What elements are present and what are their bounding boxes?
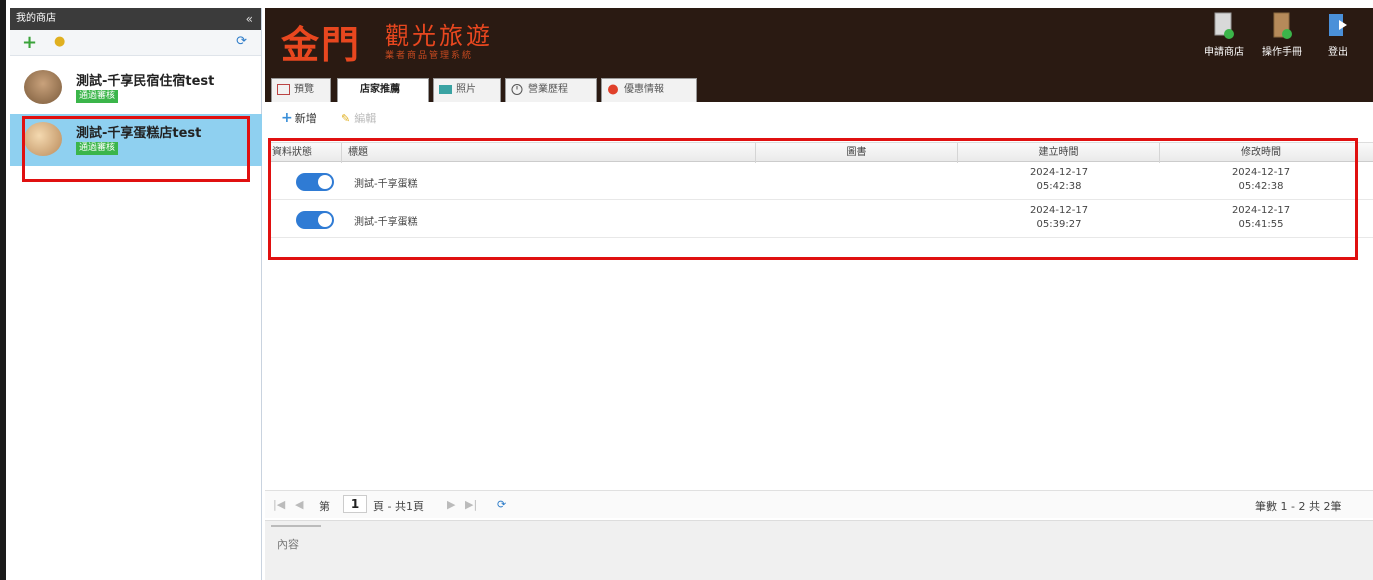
page-prefix: 第 (319, 500, 330, 513)
prev-page-icon[interactable]: ◀ (295, 498, 303, 511)
sidebar-title: 我的商店 (16, 13, 56, 24)
edit-label: 編輯 (354, 112, 377, 125)
logout-icon (1329, 14, 1347, 36)
sidebar-header: 我的商店 « (10, 8, 261, 30)
tab-recommend[interactable]: 店家推薦 (337, 78, 429, 102)
tab-offers[interactable]: 優惠情報 (601, 78, 697, 102)
refresh-icon[interactable]: ⟳ (236, 34, 247, 49)
tab-label: 店家推薦 (360, 84, 400, 95)
offer-icon (608, 84, 618, 95)
tab-history[interactable]: 營業歷程 (505, 78, 597, 102)
window-edge (0, 0, 10, 580)
tab-label: 優惠情報 (624, 84, 664, 95)
photo-icon (439, 85, 452, 94)
content-panel: 內容 (265, 520, 1373, 580)
logout-button[interactable]: 登出 (1313, 12, 1363, 58)
plus-icon: + (281, 110, 293, 126)
apply-shop-button[interactable]: 申請商店 (1199, 12, 1249, 58)
page-suffix: 頁 - 共1頁 (373, 500, 424, 513)
page-number-input[interactable]: 1 (343, 495, 367, 513)
add-button[interactable]: + 新增 (281, 110, 317, 126)
shop-name: 測試-千享民宿住宿test (76, 74, 215, 89)
shop-avatar (24, 70, 62, 104)
tab-photos[interactable]: 照片 (433, 78, 501, 102)
pencil-icon: ✎ (341, 112, 351, 125)
status-badge: 通過審核 (76, 90, 119, 103)
app-header: 金門 觀光旅遊 業者商品管理系統 申請商店 操作手冊 登出 (265, 8, 1373, 72)
tab-label: 照片 (456, 84, 476, 95)
app-window: 我的商店 « + ● ⟳ 測試-千享民宿住宿test 通過審核 測試-千享蛋糕店… (0, 0, 1373, 580)
content-tab-label[interactable]: 內容 (271, 525, 321, 561)
tab-bar: 預覽 店家推薦 照片 營業歷程 優惠情報 (265, 72, 1373, 102)
tab-preview[interactable]: 預覽 (271, 78, 331, 102)
last-page-icon[interactable]: ▶| (465, 498, 477, 511)
highlight-box-grid (268, 138, 1358, 260)
highlight-box-shop (22, 116, 250, 182)
manual-label: 操作手冊 (1262, 47, 1302, 58)
add-shop-icon[interactable]: + (22, 32, 37, 53)
tab-label: 營業歷程 (528, 84, 568, 95)
pagination-bar: |◀ ◀ 第 1 頁 - 共1頁 ▶ ▶| ⟳ 筆數 1 - 2 共 2筆 (265, 490, 1373, 518)
refresh-icon[interactable]: ⟳ (497, 498, 506, 511)
add-label: 新增 (294, 112, 317, 125)
document-add-icon (1214, 12, 1234, 39)
logo-title: 觀光旅遊 (385, 22, 493, 50)
lightbulb-icon[interactable]: ● (54, 34, 65, 49)
top-strip (0, 0, 1373, 8)
sidebar-toolbar: + ● ⟳ (10, 30, 261, 56)
preview-icon (277, 84, 290, 95)
sidebar-item-shop[interactable]: 測試-千享民宿住宿test 通過審核 (10, 62, 262, 114)
logout-label: 登出 (1328, 47, 1348, 58)
apply-shop-label: 申請商店 (1204, 47, 1244, 58)
clock-icon (511, 84, 523, 95)
manual-icon (1273, 12, 1292, 39)
next-page-icon[interactable]: ▶ (447, 498, 455, 511)
manual-button[interactable]: 操作手冊 (1257, 12, 1307, 58)
record-summary: 筆數 1 - 2 共 2筆 (1255, 500, 1342, 513)
logo-main: 金門 (281, 22, 362, 67)
first-page-icon[interactable]: |◀ (273, 498, 285, 511)
tab-label: 預覽 (294, 84, 314, 95)
collapse-icon[interactable]: « (246, 8, 253, 30)
edit-button[interactable]: ✎ 編輯 (341, 110, 376, 126)
grid-toolbar: + 新增 ✎ 編輯 (265, 106, 1373, 132)
logo-tagline: 業者商品管理系統 (385, 51, 474, 61)
